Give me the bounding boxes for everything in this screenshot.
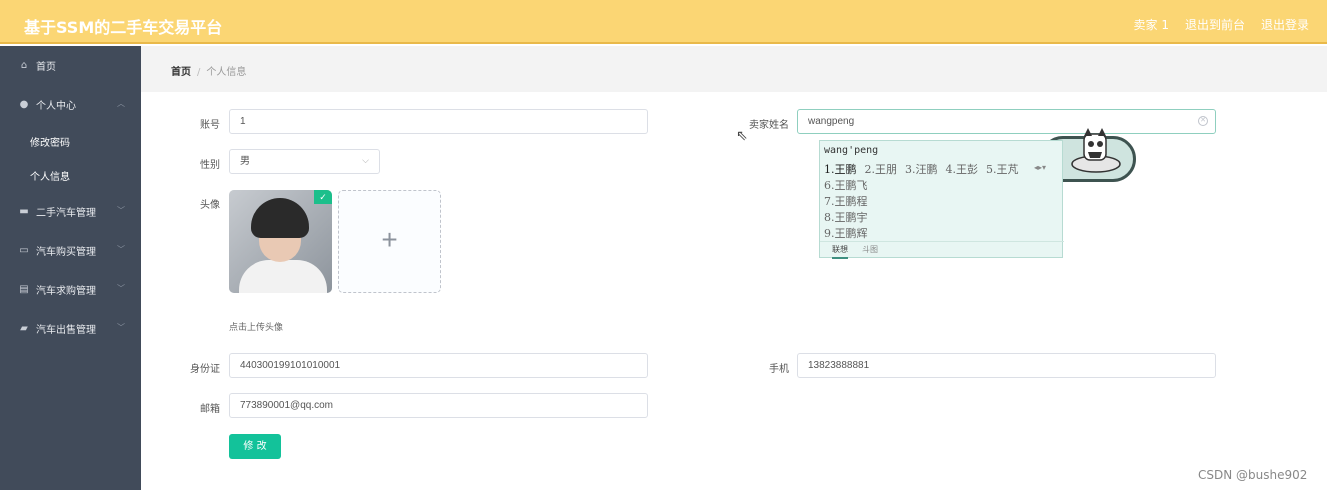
gender-label: 性别 bbox=[200, 160, 220, 171]
email-label: 邮箱 bbox=[200, 404, 220, 415]
header-actions: 卖家 1 退出到前台 退出登录 bbox=[1134, 16, 1309, 33]
ime-candidate[interactable]: 2.王朋 bbox=[865, 161, 898, 177]
ime-tab-sticker[interactable]: 斗图 bbox=[862, 242, 878, 259]
top-header: 基于SSM的二手车交易平台 卖家 1 退出到前台 退出登录 bbox=[0, 0, 1327, 44]
sidebar-item-used-car-management[interactable]: ▬ 二手汽车管理 ﹀ bbox=[0, 192, 141, 231]
seller-name-input[interactable]: wangpeng ✕ bbox=[797, 109, 1216, 134]
id-card-label: 身份证 bbox=[190, 364, 220, 375]
sidebar-item-wanted-management[interactable]: ▤ 汽车求购管理 ﹀ bbox=[0, 270, 141, 309]
breadcrumb-bar: 首页 / 个人信息 bbox=[141, 46, 1327, 92]
sidebar-item-change-password[interactable]: 修改密码 bbox=[0, 124, 141, 158]
ime-candidate[interactable]: 8.王鹏宇 bbox=[824, 209, 868, 225]
chevron-down-icon: ⌵ bbox=[362, 156, 369, 166]
sidebar-item-label: 汽车出售管理 bbox=[36, 325, 96, 336]
ime-candidate-row: 1.王鹏 2.王朋 3.汪鹏 4.王彭 5.王芃 bbox=[824, 161, 1019, 177]
briefcase-icon: ▰ bbox=[20, 323, 28, 334]
clear-icon[interactable]: ✕ bbox=[1198, 116, 1208, 126]
user-icon: ● bbox=[19, 99, 29, 110]
clipboard-icon: ▤ bbox=[19, 284, 29, 295]
current-user[interactable]: 卖家 1 bbox=[1134, 16, 1169, 33]
sidebar-item-label: 首页 bbox=[36, 62, 56, 73]
app-title: 基于SSM的二手车交易平台 bbox=[24, 18, 223, 37]
sidebar: ⌂ 首页 ● 个人中心 ︿ 修改密码 个人信息 ▬ 二手汽车管理 ﹀ ▭ 汽车购… bbox=[0, 46, 141, 490]
sidebar-item-label: 汽车求购管理 bbox=[36, 286, 96, 297]
email-input[interactable]: 773890001@qq.com bbox=[229, 393, 648, 418]
gender-value: 男 bbox=[240, 156, 250, 167]
check-icon: ✓ bbox=[314, 190, 332, 204]
breadcrumb-home[interactable]: 首页 bbox=[171, 67, 191, 78]
ime-candidate[interactable]: 4.王彭 bbox=[946, 161, 979, 177]
id-card-input[interactable]: 440300199101010001 bbox=[229, 353, 648, 378]
sidebar-item-personal-center[interactable]: ● 个人中心 ︿ bbox=[0, 85, 141, 124]
avatar-label: 头像 bbox=[200, 200, 220, 211]
sidebar-item-label: 汽车购买管理 bbox=[36, 247, 96, 258]
chevron-down-icon: ﹀ bbox=[117, 284, 125, 293]
ime-candidate[interactable]: 1.王鹏 bbox=[824, 161, 857, 177]
sidebar-item-label: 个人中心 bbox=[36, 101, 76, 112]
ime-candidate[interactable]: 7.王鹏程 bbox=[824, 193, 868, 209]
ime-candidate[interactable]: 5.王芃 bbox=[986, 161, 1019, 177]
sidebar-item-home[interactable]: ⌂ 首页 bbox=[0, 46, 141, 85]
ime-tabs: 联想 斗图 bbox=[820, 241, 1064, 259]
ime-candidate[interactable]: 3.汪鹏 bbox=[905, 161, 938, 177]
ime-candidate-window: wang'peng 1.王鹏 2.王朋 3.汪鹏 4.王彭 5.王芃 ◂▸▾ 6… bbox=[819, 140, 1064, 259]
ime-page-arrows-icon[interactable]: ◂▸▾ bbox=[1034, 163, 1046, 172]
upload-button[interactable]: + bbox=[338, 190, 441, 293]
submit-button[interactable]: 修 改 bbox=[229, 434, 281, 459]
ime-candidate[interactable]: 6.王鹏飞 bbox=[824, 177, 868, 193]
back-to-front-link[interactable]: 退出到前台 bbox=[1185, 16, 1245, 33]
plus-icon: + bbox=[381, 224, 398, 255]
ime-tab-suggest[interactable]: 联想 bbox=[832, 242, 848, 259]
chevron-up-icon: ︿ bbox=[117, 99, 125, 108]
mouse-cursor-icon: ⇖ bbox=[736, 127, 748, 143]
photo-body bbox=[239, 260, 327, 293]
phone-input[interactable]: 13823888881 bbox=[797, 353, 1216, 378]
car-icon: ▬ bbox=[19, 206, 29, 217]
sidebar-item-sale-management[interactable]: ▰ 汽车出售管理 ﹀ bbox=[0, 309, 141, 348]
sidebar-item-personal-info[interactable]: 个人信息 bbox=[0, 158, 141, 192]
chevron-down-icon: ﹀ bbox=[117, 323, 125, 332]
account-label: 账号 bbox=[200, 120, 220, 131]
breadcrumb: 首页 / 个人信息 bbox=[171, 63, 246, 78]
seller-name-value: wangpeng bbox=[808, 116, 855, 127]
breadcrumb-separator: / bbox=[197, 67, 201, 78]
logout-link[interactable]: 退出登录 bbox=[1261, 16, 1309, 33]
breadcrumb-current: 个人信息 bbox=[206, 67, 247, 78]
ime-mascot-icon bbox=[1071, 128, 1121, 173]
account-input[interactable]: 1 bbox=[229, 109, 648, 134]
gender-select[interactable]: 男 ⌵ bbox=[229, 149, 380, 174]
sidebar-item-purchase-management[interactable]: ▭ 汽车购买管理 ﹀ bbox=[0, 231, 141, 270]
phone-label: 手机 bbox=[769, 364, 789, 375]
watermark: CSDN @bushe902 bbox=[1198, 468, 1308, 482]
chevron-down-icon: ﹀ bbox=[117, 245, 125, 254]
home-icon: ⌂ bbox=[20, 60, 28, 71]
message-icon: ▭ bbox=[19, 245, 29, 256]
chevron-down-icon: ﹀ bbox=[117, 206, 125, 215]
ime-candidate[interactable]: 9.王鹏辉 bbox=[824, 225, 868, 241]
sidebar-item-label: 二手汽车管理 bbox=[36, 208, 96, 219]
avatar-image[interactable]: ✓ bbox=[229, 190, 332, 293]
upload-tip: 点击上传头像 bbox=[229, 323, 284, 333]
ime-pinyin: wang'peng bbox=[824, 145, 879, 156]
